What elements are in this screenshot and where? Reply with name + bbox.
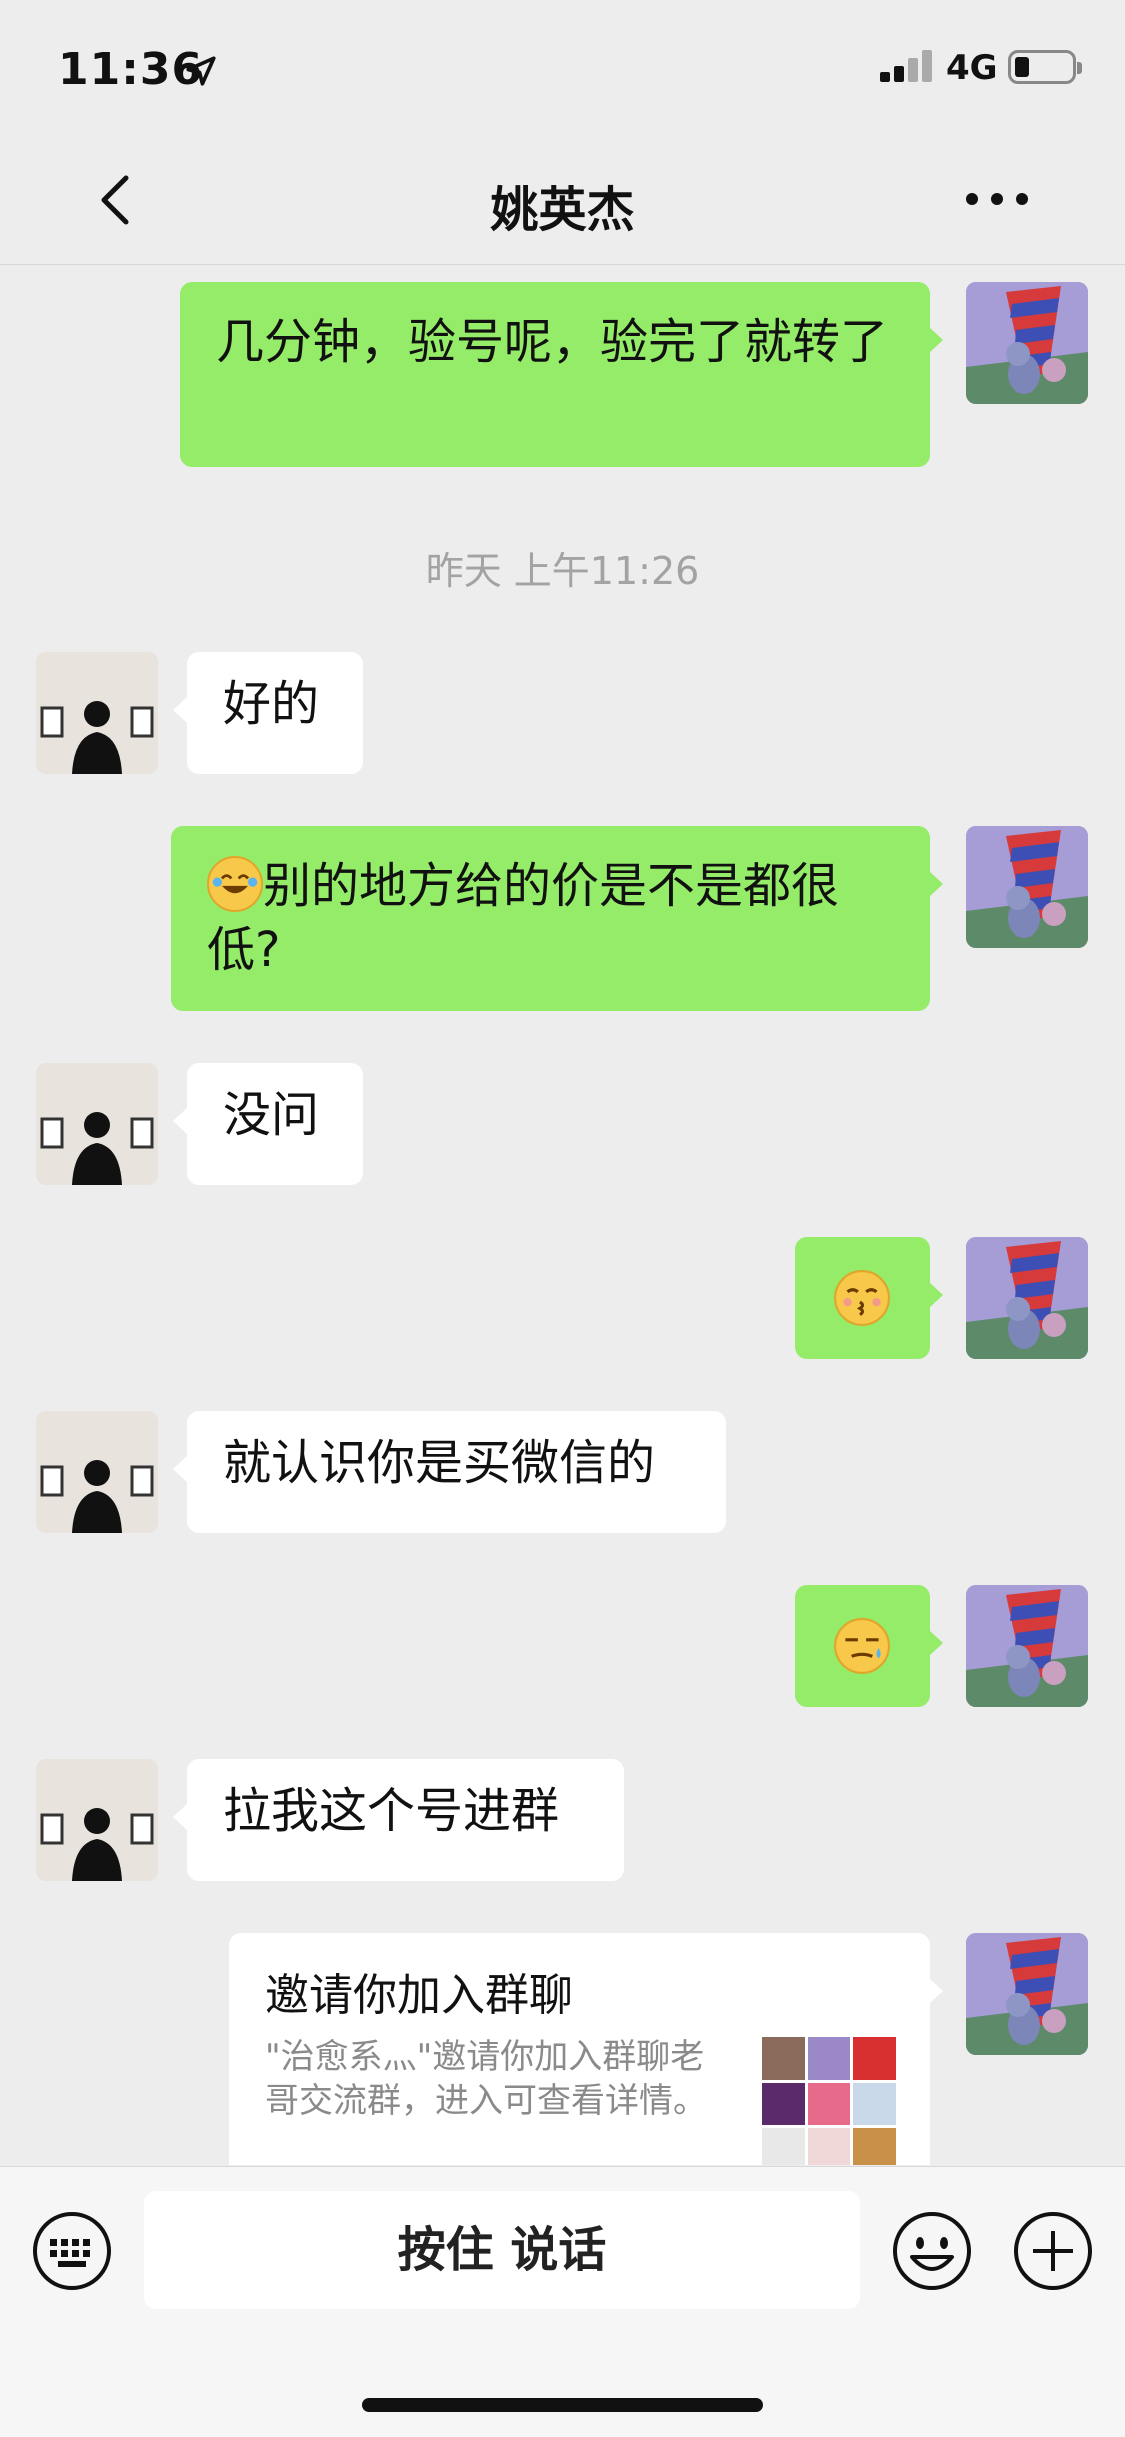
message-text: 几分钟，验号呢，验完了就转了 <box>216 314 889 370</box>
message-text: 好的 <box>223 676 320 732</box>
my-avatar[interactable] <box>966 1585 1088 1707</box>
chat-header: 姚英杰 <box>0 140 1125 265</box>
message-bubble-sent[interactable]: 几分钟，验号呢，验完了就转了 <box>180 282 930 467</box>
message-bubble-received[interactable]: 就认识你是买微信的 <box>187 1411 726 1533</box>
hold-to-talk-button[interactable]: 按住 说话 <box>144 2191 860 2309</box>
location-arrow-icon <box>186 56 216 86</box>
network-type: 4G <box>946 48 998 88</box>
my-avatar[interactable] <box>966 826 1088 948</box>
message-text: 没问 <box>223 1087 320 1143</box>
contact-avatar[interactable] <box>36 652 158 774</box>
message-bubble-received[interactable]: 没问 <box>187 1063 363 1185</box>
input-bar: 按住 说话 <box>0 2166 1125 2437</box>
my-avatar[interactable] <box>966 282 1088 404</box>
keyboard-icon[interactable] <box>32 2211 112 2291</box>
message-bubble-sent[interactable]: 别的地方给的价是不是都很低? <box>171 826 930 1011</box>
group-invite-card[interactable]: 邀请你加入群聊 "治愈系灬"邀请你加入群聊老哥交流群，进入可查看详情。 <box>229 1933 930 2165</box>
invite-card-description: "治愈系灬"邀请你加入群聊老哥交流群，进入可查看详情。 <box>265 2037 707 2121</box>
message-list[interactable]: 几分钟，验号呢，验完了就转了 昨天 上午11:26 好的 别的地方给的价是不是都… <box>0 265 1125 2165</box>
emoji-icon[interactable] <box>892 2211 972 2291</box>
my-avatar[interactable] <box>966 1237 1088 1359</box>
chat-title: 姚英杰 <box>490 182 635 238</box>
my-avatar[interactable] <box>966 1933 1088 2055</box>
cellular-signal-icon <box>880 50 932 82</box>
message-bubble-received[interactable]: 拉我这个号进群 <box>187 1759 624 1881</box>
contact-avatar[interactable] <box>36 1411 158 1533</box>
message-bubble-sent[interactable] <box>795 1237 930 1359</box>
home-indicator[interactable] <box>362 2398 763 2412</box>
smirk-sweat-emoji-icon <box>834 1618 890 1674</box>
message-bubble-received[interactable]: 好的 <box>187 652 363 774</box>
message-text: 拉我这个号进群 <box>223 1783 560 1839</box>
more-options-icon[interactable] <box>962 184 1032 214</box>
invite-card-title: 邀请你加入群聊 <box>265 1970 573 2021</box>
contact-avatar[interactable] <box>36 1759 158 1881</box>
message-text: 别的地方给的价是不是都很低? <box>207 858 840 978</box>
battery-icon <box>1008 50 1082 84</box>
kissing-face-emoji-icon <box>834 1270 890 1326</box>
contact-avatar[interactable] <box>36 1063 158 1185</box>
status-time: 11:36 <box>58 44 204 95</box>
laughing-tears-emoji-icon <box>207 856 263 912</box>
message-bubble-sent[interactable] <box>795 1585 930 1707</box>
group-thumbnail <box>762 2037 896 2165</box>
message-timestamp: 昨天 上午11:26 <box>425 549 700 593</box>
message-text: 就认识你是买微信的 <box>223 1435 656 1491</box>
add-plus-icon[interactable] <box>1013 2211 1093 2291</box>
status-bar: 11:36 4G <box>0 0 1125 140</box>
